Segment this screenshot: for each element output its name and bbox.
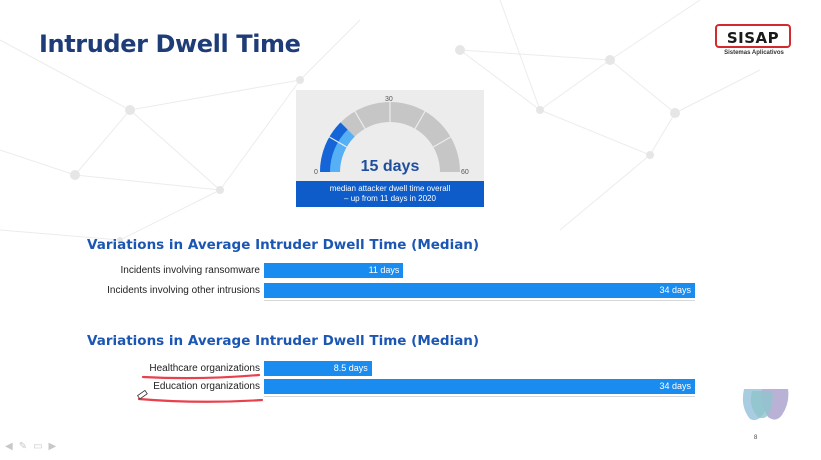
page-number: 8 [754, 435, 758, 441]
bar-value-ransomware: 11 days [368, 265, 400, 275]
bar-value-education: 34 days [659, 381, 691, 391]
bar-other-intrusions: 34 days [264, 283, 695, 298]
gauge-value: 15 days [360, 158, 420, 175]
row-label-healthcare: Healthcare organizations [149, 363, 260, 374]
dwell-time-gauge-card: 0 30 60 15 days median attacker dwell ti… [296, 90, 484, 207]
gauge-caption-line2: – up from 11 days in 2020 [344, 194, 436, 203]
slide-title: Intruder Dwell Time [39, 30, 301, 58]
gauge-caption-line1: median attacker dwell time overall [329, 184, 451, 193]
bar-healthcare: 8.5 days [264, 361, 372, 376]
bar-value-other-intrusions: 34 days [659, 285, 691, 295]
bar-value-healthcare: 8.5 days [333, 363, 368, 373]
section-divider [264, 396, 695, 397]
pen-icon[interactable]: ✎ [19, 442, 27, 452]
sisap-logo: SISAP Sistemas Aplicativos [713, 22, 795, 58]
arrow-right-icon[interactable]: ▶ [49, 442, 57, 452]
section-heading-incident-type: Variations in Average Intruder Dwell Tim… [87, 237, 480, 253]
section-divider [264, 300, 695, 301]
bar-ransomware: 11 days [264, 263, 404, 278]
gauge-max-label: 60 [461, 169, 469, 176]
logo-tagline: Sistemas Aplicativos [724, 50, 784, 56]
bar-education: 34 days [264, 379, 695, 394]
teams-logo-icon [742, 389, 789, 421]
logo-name: SISAP [726, 29, 780, 47]
row-label-education: Education organizations [153, 381, 260, 392]
row-label-ransomware: Incidents involving ransomware [120, 265, 260, 276]
menu-icon[interactable]: ▭ [33, 442, 42, 452]
slideshow-controls: ◀ ✎ ▭ ▶ [5, 442, 56, 452]
gauge-caption: median attacker dwell time overall – up … [296, 181, 484, 207]
gauge-min-label: 0 [314, 169, 318, 176]
arrow-left-icon[interactable]: ◀ [5, 442, 13, 452]
row-label-other-intrusions: Incidents involving other intrusions [107, 285, 260, 296]
gauge-mid-label: 30 [385, 96, 393, 103]
section-heading-industry: Variations in Average Intruder Dwell Tim… [87, 333, 480, 349]
